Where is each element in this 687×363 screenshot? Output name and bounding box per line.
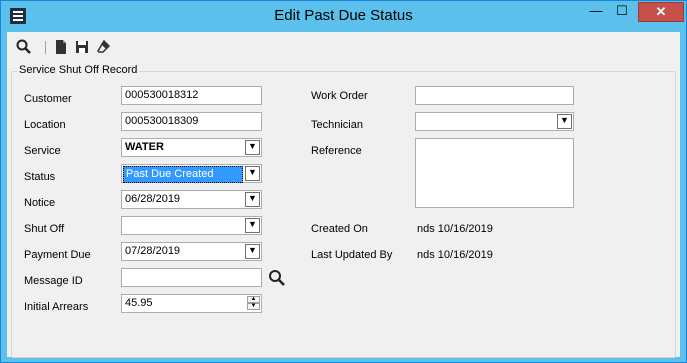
eraser-icon[interactable]	[95, 38, 113, 56]
save-icon[interactable]	[73, 38, 91, 56]
message-id-field[interactable]	[121, 268, 262, 287]
chevron-down-icon[interactable]: ▼	[245, 218, 260, 233]
notice-date-picker[interactable]: 06/28/2019 ▼	[121, 190, 262, 209]
status-value: Past Due Created	[123, 166, 243, 183]
edit-past-due-status-window: Edit Past Due Status — ☐ ✕ Service Shut …	[0, 0, 687, 363]
close-button[interactable]: ✕	[638, 2, 684, 22]
service-shut-off-group: Service Shut Off Record Customer Locatio…	[11, 64, 676, 358]
location-field[interactable]: 000530018309	[121, 112, 262, 131]
service-dropdown[interactable]: WATER ▼	[121, 138, 262, 157]
reference-textarea[interactable]	[415, 138, 574, 208]
technician-dropdown[interactable]: ▼	[415, 112, 574, 131]
service-value: WATER	[125, 141, 164, 153]
chevron-down-icon[interactable]: ▼	[245, 166, 260, 181]
service-label: Service	[24, 145, 61, 157]
chevron-down-icon[interactable]: ▼	[245, 140, 260, 155]
reference-label: Reference	[311, 145, 362, 157]
payment-due-label: Payment Due	[24, 249, 91, 261]
location-label: Location	[24, 119, 66, 131]
work-order-label: Work Order	[311, 90, 368, 102]
spin-up-icon[interactable]: ▲	[247, 296, 260, 303]
status-label: Status	[24, 171, 56, 183]
message-id-search-icon[interactable]	[267, 268, 287, 288]
new-document-icon[interactable]	[52, 38, 70, 56]
payment-due-value: 07/28/2019	[125, 245, 181, 257]
customer-field[interactable]: 000530018312	[121, 86, 262, 105]
client-area: Service Shut Off Record Customer Locatio…	[7, 32, 680, 358]
search-icon[interactable]	[15, 38, 33, 56]
notice-value: 06/28/2019	[125, 193, 181, 205]
initial-arrears-value: 45.95	[125, 297, 153, 309]
initial-arrears-label: Initial Arrears	[24, 301, 89, 313]
initial-arrears-stepper[interactable]: 45.95 ▲ ▼	[121, 294, 262, 313]
shut-off-date-picker[interactable]: ▼	[121, 216, 262, 235]
maximize-button[interactable]: ☐	[607, 2, 637, 22]
shut-off-label: Shut Off	[24, 223, 65, 235]
created-on-label: Created On	[311, 223, 368, 235]
last-updated-by-value: nds 10/16/2019	[417, 249, 493, 261]
payment-due-date-picker[interactable]: 07/28/2019 ▼	[121, 242, 262, 261]
group-title: Service Shut Off Record	[17, 64, 140, 76]
spin-down-icon[interactable]: ▼	[247, 303, 260, 310]
chevron-down-icon[interactable]: ▼	[245, 244, 260, 259]
last-updated-by-label: Last Updated By	[311, 249, 393, 261]
spinner[interactable]: ▲ ▼	[247, 296, 260, 311]
customer-label: Customer	[24, 93, 72, 105]
status-dropdown[interactable]: Past Due Created ▼	[121, 164, 262, 183]
chevron-down-icon[interactable]: ▼	[245, 192, 260, 207]
created-on-value: nds 10/16/2019	[417, 223, 493, 235]
notice-label: Notice	[24, 197, 56, 209]
title-bar[interactable]: Edit Past Due Status — ☐ ✕	[1, 1, 686, 31]
work-order-field[interactable]	[415, 86, 574, 105]
technician-label: Technician	[311, 119, 363, 131]
toolbar-separator	[45, 41, 46, 54]
message-id-label: Message ID	[24, 275, 83, 287]
chevron-down-icon[interactable]: ▼	[557, 114, 572, 129]
